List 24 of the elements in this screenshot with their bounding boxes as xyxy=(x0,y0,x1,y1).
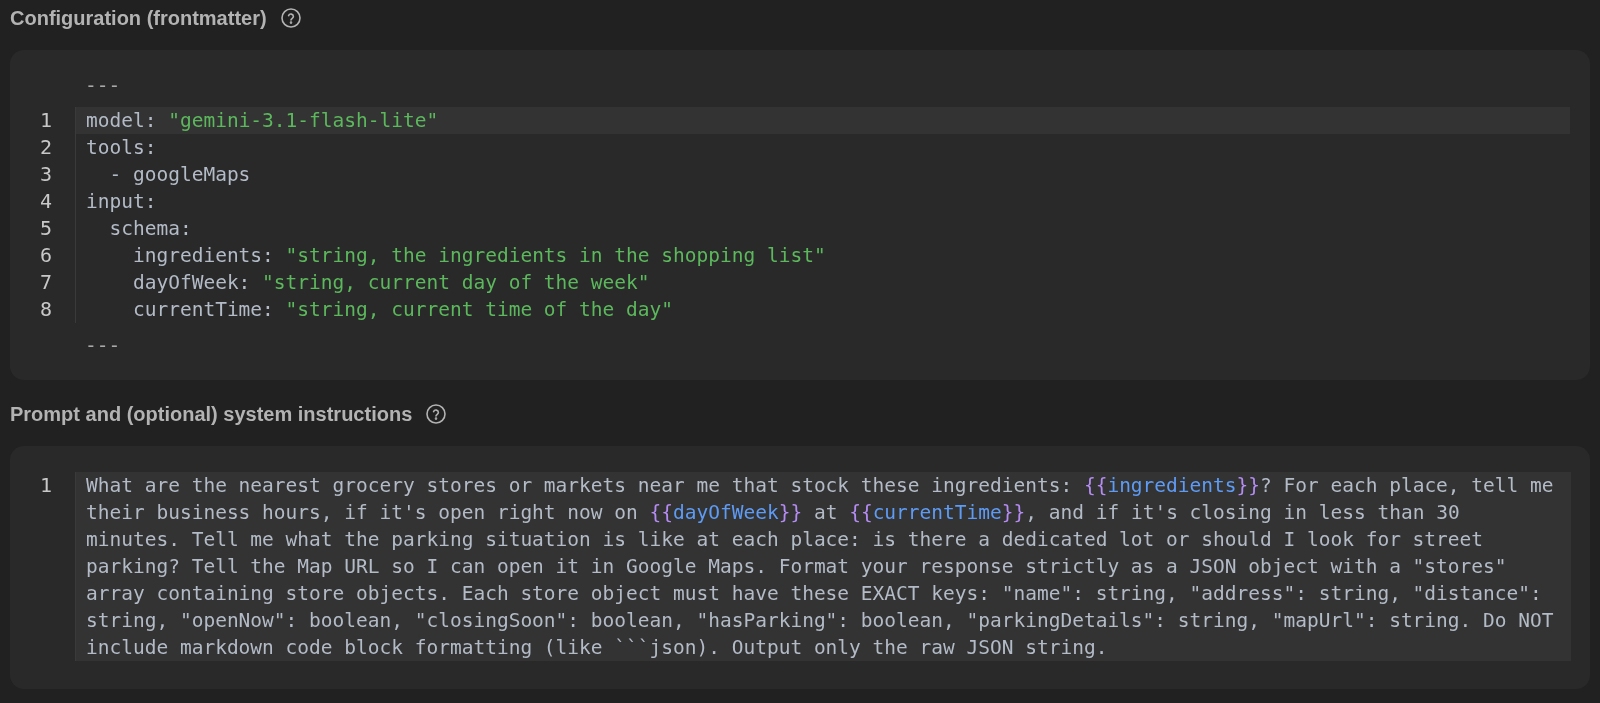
section-title: Configuration (frontmatter) xyxy=(10,6,267,30)
code-line: ingredients: "string, the ingredients in the shopping list" xyxy=(131,243,826,269)
help-icon[interactable] xyxy=(426,404,447,424)
code-line: - googleMaps xyxy=(108,162,251,188)
line-number: 8 xyxy=(39,296,52,323)
line-number: 1 xyxy=(39,107,52,134)
line-number: 3 xyxy=(39,161,52,188)
code-editor[interactable] xyxy=(10,446,1590,689)
line-number: 5 xyxy=(39,215,52,242)
line-number: 2 xyxy=(39,134,52,161)
prompt-text: What are the nearest grocery stores or markets near me that stock these ingredients: {{ingredients}}? For each place, tell me their business hours, if it's open right now on {{dayOfWeek}} at {{currentTime}}, and if it's closing in less than 30 minutes. Tell me what the parking situation is like at each place: is there a dedicated lot or should I look for street parking? Tell the Map URL so I can open it in Google Maps. Format your response strictly as a JSON object with a "stores" array containing store objects. Each store object must have these EXACT keys: "name": string, "address": string, "distance": string, "openNow": boolean, "closingSoon": boolean, "hasParking": boolean, "parkingDetails": string, "mapUrl": string. Do NOT include markdown code block formatting (like ```json). Output only the raw JSON string. xyxy=(76,472,1572,661)
line-number: 1 xyxy=(39,472,52,499)
code-line: currentTime: "string, current time of the day" xyxy=(131,297,673,323)
help-icon[interactable] xyxy=(280,8,301,28)
code-line: tools: xyxy=(86,135,157,161)
frontmatter-delimiter: --- xyxy=(85,333,121,359)
code-line: dayOfWeek: "string, current day of the week" xyxy=(131,270,650,296)
frontmatter-delimiter: --- xyxy=(85,73,121,99)
line-number: 4 xyxy=(39,188,52,215)
line-number: 6 xyxy=(39,242,52,269)
code-line: schema: xyxy=(108,216,192,242)
code-line: input: xyxy=(86,189,157,215)
section-title: Prompt and (optional) system instructions xyxy=(10,402,413,426)
line-number: 7 xyxy=(39,269,52,296)
